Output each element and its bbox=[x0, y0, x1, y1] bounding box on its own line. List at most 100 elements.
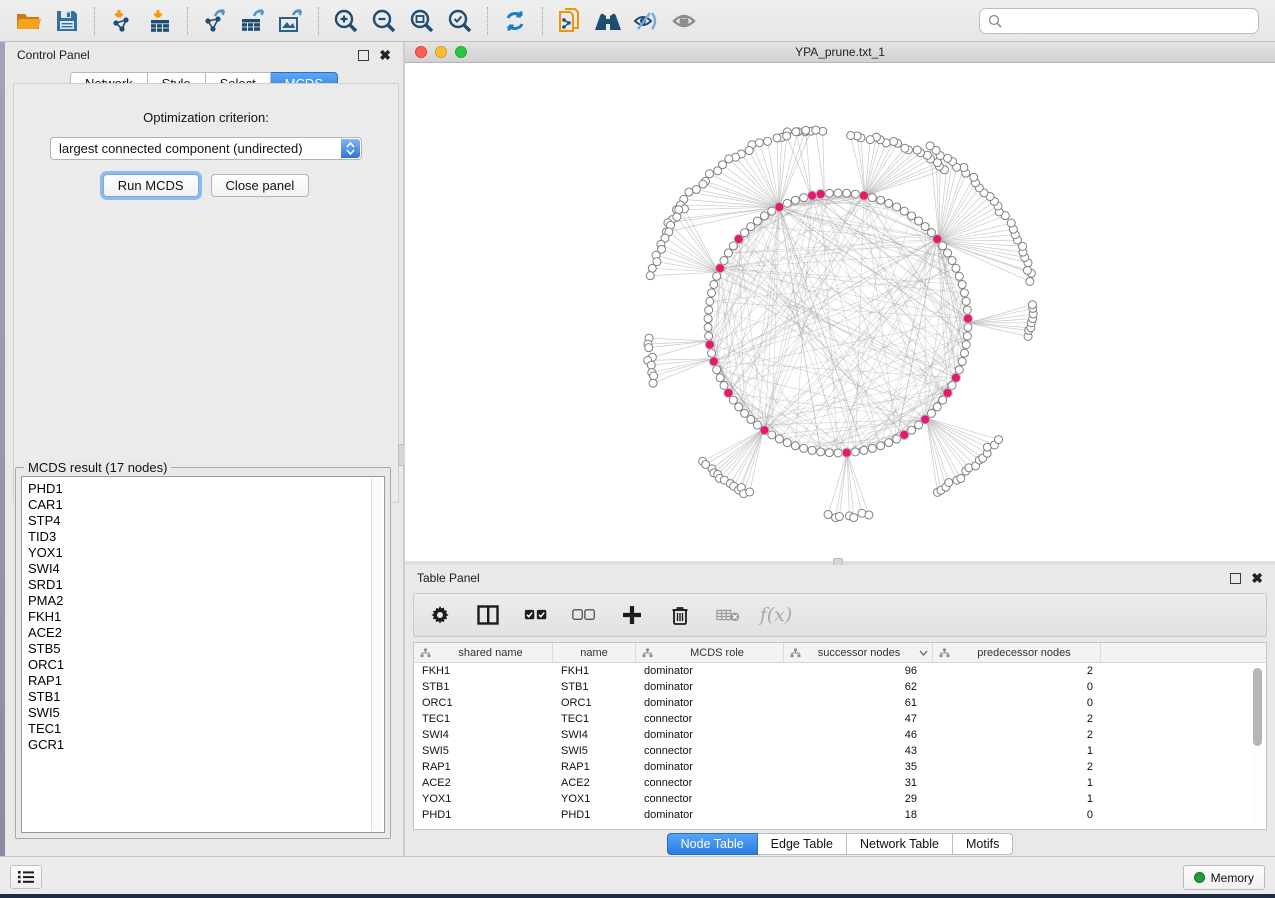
binoculars-button[interactable] bbox=[589, 4, 627, 38]
table-cell[interactable]: connector bbox=[636, 743, 784, 759]
table-cell[interactable]: PHD1 bbox=[414, 807, 553, 823]
table-cell[interactable]: connector bbox=[636, 791, 784, 807]
table-cell[interactable]: dominator bbox=[636, 679, 784, 695]
table-cell[interactable]: 61 bbox=[784, 695, 933, 711]
table-row[interactable]: SWI5SWI5connector431 bbox=[414, 743, 1266, 759]
table-cell[interactable]: dominator bbox=[636, 807, 784, 823]
table-cell[interactable]: SWI4 bbox=[553, 727, 636, 743]
delete-column-button[interactable] bbox=[668, 603, 692, 627]
tab-network-table[interactable]: Network Table bbox=[847, 833, 953, 855]
column-header[interactable]: predecessor nodes bbox=[933, 643, 1101, 662]
table-cell[interactable]: ORC1 bbox=[414, 695, 553, 711]
table-cell[interactable]: SWI5 bbox=[414, 743, 553, 759]
table-cell[interactable]: PHD1 bbox=[553, 807, 636, 823]
table-cell[interactable]: dominator bbox=[636, 727, 784, 743]
mcds-node[interactable] bbox=[709, 357, 718, 366]
clone-network-button[interactable] bbox=[551, 4, 589, 38]
mcds-node[interactable] bbox=[842, 448, 851, 457]
table-cell[interactable]: ORC1 bbox=[553, 695, 636, 711]
zoom-out-button[interactable] bbox=[365, 4, 403, 38]
list-item[interactable]: STB1 bbox=[28, 689, 384, 705]
table-cell[interactable]: YOX1 bbox=[414, 791, 553, 807]
search-input[interactable] bbox=[1002, 13, 1250, 29]
mcds-node[interactable] bbox=[724, 388, 733, 397]
table-cell[interactable]: TEC1 bbox=[414, 711, 553, 727]
list-item[interactable]: STP4 bbox=[28, 513, 384, 529]
table-row[interactable]: RAP1RAP1dominator352 bbox=[414, 759, 1266, 775]
import-network-button[interactable] bbox=[103, 4, 141, 38]
list-item[interactable]: RAP1 bbox=[28, 673, 384, 689]
table-row[interactable]: TEC1TEC1connector472 bbox=[414, 711, 1266, 727]
table-row[interactable]: SWI4SWI4dominator462 bbox=[414, 727, 1266, 743]
memory-button[interactable]: Memory bbox=[1183, 865, 1265, 890]
table-cell[interactable]: RAP1 bbox=[414, 759, 553, 775]
table-cell[interactable]: 47 bbox=[784, 711, 933, 727]
delete-table-button[interactable] bbox=[716, 603, 740, 627]
list-item[interactable]: GCR1 bbox=[28, 737, 384, 753]
refresh-layout-button[interactable] bbox=[496, 4, 534, 38]
table-cell[interactable]: 96 bbox=[784, 663, 933, 679]
table-cell[interactable]: 35 bbox=[784, 759, 933, 775]
list-item[interactable]: TEC1 bbox=[28, 721, 384, 737]
table-cell[interactable]: 0 bbox=[933, 695, 1101, 711]
list-item[interactable]: PHD1 bbox=[28, 481, 384, 497]
table-cell[interactable]: FKH1 bbox=[414, 663, 553, 679]
mcds-node[interactable] bbox=[921, 415, 930, 424]
table-scrollbar[interactable] bbox=[1252, 665, 1263, 825]
list-item[interactable]: CAR1 bbox=[28, 497, 384, 513]
table-cell[interactable]: dominator bbox=[636, 759, 784, 775]
table-cell[interactable]: 2 bbox=[933, 759, 1101, 775]
table-cell[interactable]: 46 bbox=[784, 727, 933, 743]
close-table-panel-icon[interactable]: ✖ bbox=[1251, 573, 1263, 584]
network-canvas[interactable] bbox=[405, 63, 1275, 561]
list-item[interactable]: STB5 bbox=[28, 641, 384, 657]
float-panel-button[interactable] bbox=[358, 50, 369, 61]
list-item[interactable]: ORC1 bbox=[28, 657, 384, 673]
table-cell[interactable]: YOX1 bbox=[553, 791, 636, 807]
mcds-node[interactable] bbox=[859, 191, 868, 200]
list-item[interactable]: SWI4 bbox=[28, 561, 384, 577]
list-item[interactable]: FKH1 bbox=[28, 609, 384, 625]
table-cell[interactable]: 0 bbox=[933, 807, 1101, 823]
table-cell[interactable]: 1 bbox=[933, 791, 1101, 807]
table-row[interactable]: FKH1FKH1dominator962 bbox=[414, 663, 1266, 679]
table-cell[interactable]: STB1 bbox=[553, 679, 636, 695]
search-field[interactable] bbox=[979, 8, 1259, 34]
mcds-result-list[interactable]: PHD1CAR1STP4TID3YOX1SWI4SRD1PMA2FKH1ACE2… bbox=[21, 476, 385, 833]
optimization-criterion-select[interactable]: largest connected component (undirected) bbox=[50, 137, 362, 160]
import-table-button[interactable] bbox=[141, 4, 179, 38]
table-cell[interactable]: dominator bbox=[636, 695, 784, 711]
table-cell[interactable]: ACE2 bbox=[553, 775, 636, 791]
table-cell[interactable]: STB1 bbox=[414, 679, 553, 695]
table-cell[interactable]: connector bbox=[636, 775, 784, 791]
table-settings-button[interactable] bbox=[428, 603, 452, 627]
function-builder-button[interactable]: f(x) bbox=[764, 603, 788, 627]
list-item[interactable]: SRD1 bbox=[28, 577, 384, 593]
task-history-button[interactable] bbox=[10, 865, 42, 889]
table-cell[interactable]: 2 bbox=[933, 727, 1101, 743]
table-cell[interactable]: 0 bbox=[933, 679, 1101, 695]
table-cell[interactable]: 1 bbox=[933, 775, 1101, 791]
table-row[interactable]: PHD1PHD1dominator180 bbox=[414, 807, 1266, 823]
column-header[interactable]: successor nodes bbox=[784, 643, 933, 662]
save-session-button[interactable] bbox=[48, 4, 86, 38]
float-table-panel-button[interactable] bbox=[1230, 573, 1241, 584]
table-cell[interactable]: TEC1 bbox=[553, 711, 636, 727]
table-row[interactable]: YOX1YOX1connector291 bbox=[414, 791, 1266, 807]
table-cell[interactable]: 2 bbox=[933, 711, 1101, 727]
table-scrollbar-thumb[interactable] bbox=[1253, 668, 1262, 746]
mcds-node[interactable] bbox=[963, 314, 972, 323]
zoom-selected-button[interactable] bbox=[441, 4, 479, 38]
add-column-button[interactable] bbox=[620, 603, 644, 627]
mcds-node[interactable] bbox=[760, 426, 769, 435]
table-cell[interactable]: 29 bbox=[784, 791, 933, 807]
table-cell[interactable]: SWI4 bbox=[414, 727, 553, 743]
list-item[interactable]: YOX1 bbox=[28, 545, 384, 561]
zoom-in-button[interactable] bbox=[327, 4, 365, 38]
mcds-node[interactable] bbox=[715, 264, 724, 273]
hide-selected-button[interactable] bbox=[627, 4, 665, 38]
select-all-button[interactable] bbox=[524, 603, 548, 627]
table-cell[interactable]: 43 bbox=[784, 743, 933, 759]
table-row[interactable]: ACE2ACE2connector311 bbox=[414, 775, 1266, 791]
run-mcds-button[interactable]: Run MCDS bbox=[103, 174, 199, 197]
